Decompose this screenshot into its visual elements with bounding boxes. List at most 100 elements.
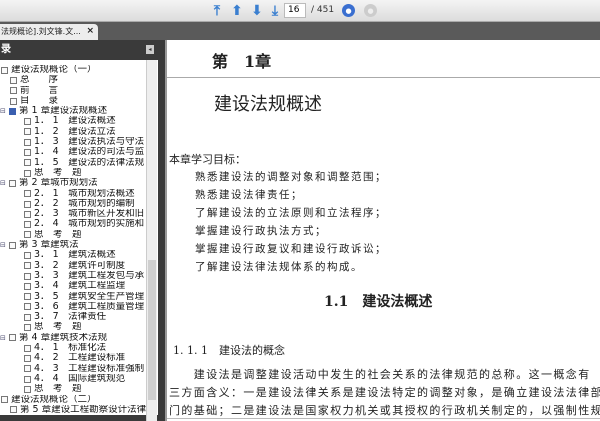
bookmark-item[interactable]: 2． 2 城市规划的编制 [0,199,146,209]
bookmark-item[interactable]: 2． 4 城市规划的实施和 [0,219,146,229]
goal-item: 掌握建设行政执法方式； [195,225,327,237]
bookmark-label: 3． 3 建筑工程发包与承 [34,270,145,281]
bookmark-item[interactable]: ⊟ 第 1 章建设法规概述 [0,106,146,116]
bookmark-item[interactable]: ⊟ 第 3 章建筑法 [0,240,146,250]
bookmark-item[interactable]: 思 考 题 [0,384,146,394]
bookmark-item[interactable]: 3． 2 建筑许可制度 [0,261,146,271]
bookmark-label: 第 1 章建设法规概述 [19,106,108,117]
page-total: / 451 [311,5,335,15]
bookmark-icon [9,179,16,187]
sidebar-scrollbar[interactable] [146,60,157,421]
bookmark-icon [24,128,31,136]
bookmark-label: 思 考 题 [34,167,82,178]
bookmark-item[interactable]: 2． 1 城市规划法概述 [0,189,146,199]
bookmark-item[interactable]: 前 言 [0,86,146,96]
bookmark-icon [24,303,31,311]
bookmark-icon [24,344,31,352]
document-tab[interactable]: 法规概论].刘文锋.文... × [0,24,98,40]
bookmark-label: 第 3 章建筑法 [19,240,79,251]
prev-page-icon[interactable]: ⬆ [229,3,245,19]
last-page-icon[interactable]: ⤓ [267,3,283,19]
bookmark-icon [24,293,31,301]
bookmark-icon [24,272,31,280]
bookmark-label: 2． 3 城市新区开发和旧 [34,209,145,220]
bookmark-icon [9,107,16,115]
bookmark-label: 3． 6 建筑工程质量管理 [34,301,145,312]
bookmark-item[interactable]: 4． 1 标准化法 [0,343,146,353]
bookmark-item[interactable]: 3． 6 建筑工程质量管理 [0,302,146,312]
bookmark-item[interactable]: 4． 3 工程建设标准强制 [0,364,146,374]
bookmark-icon [24,190,31,198]
bookmark-item[interactable]: 建设法规概论（二） [0,395,146,405]
bookmark-item[interactable]: 思 考 题 [0,322,146,332]
bookmark-label: 1． 4 建设法的司法与监 [34,147,145,158]
bookmark-icon [24,313,31,321]
bookmark-item[interactable]: 思 考 题 [0,230,146,240]
bookmark-icon [24,149,31,157]
bookmark-item[interactable]: 3． 7 法律责任 [0,312,146,322]
bookmark-label: 总 序 [20,75,59,86]
bookmark-item[interactable]: ⊟ 第 4 章建筑技术法规 [0,333,146,343]
bookmark-label: 第 2 章城市规划法 [19,178,98,189]
bookmark-label: 2． 2 城市规划的编制 [34,198,135,209]
first-page-icon[interactable]: ⤒ [209,3,225,19]
sidebar-header: 录 ◂ [0,40,165,60]
bookmark-label: 2． 4 城市规划的实施和 [34,219,145,230]
bookmark-item[interactable]: 3． 5 建筑安全生产管理 [0,292,146,302]
bookmark-icon [24,354,31,362]
bookmark-item[interactable]: 3． 4 建筑工程监理 [0,281,146,291]
expand-toggle-icon[interactable]: ⊟ [0,178,7,188]
paragraph-line: 门的基础；二是建设法是国家权力机关或其授权的行政机关制定的，以强制性规 [169,404,600,417]
bookmark-icon [1,66,8,74]
chapter-number: 第 1章 [212,52,272,71]
bookmark-item[interactable]: ⊟ 第 2 章城市规划法 [0,178,146,188]
bookmark-icon [24,375,31,383]
scrollbar-thumb[interactable] [148,260,156,400]
tab-title: 法规概论].刘文锋.文... [1,27,81,36]
bookmark-item[interactable]: 4． 4 国际建筑规范 [0,374,146,384]
next-page-icon[interactable]: ⬇ [249,3,265,19]
bookmark-item[interactable]: 1． 3 建设法执法与守法 [0,137,146,147]
bookmark-label: 3． 5 建筑安全生产管理 [34,291,145,302]
bookmark-label: 4． 2 工程建设标准 [34,353,126,364]
goal-item: 掌握建设行政复议和建设行政诉讼； [195,243,387,255]
close-icon[interactable]: × [86,24,94,39]
bookmark-label: 思 考 题 [34,229,82,240]
page-number-input[interactable]: 16 [284,3,306,18]
expand-toggle-icon[interactable]: ⊟ [0,333,7,343]
bookmark-item[interactable]: 4． 2 工程建设标准 [0,353,146,363]
bookmark-icon [24,365,31,373]
bookmark-item[interactable]: 目 录 [0,96,146,106]
bookmark-icon [24,231,31,239]
bookmark-label: 第 4 章建筑技术法规 [19,332,108,343]
bookmark-item[interactable]: 总 序 [0,75,146,85]
expand-toggle-icon[interactable]: ⊟ [0,240,7,250]
section-heading: 1.1 建设法概述 [324,294,433,310]
bookmark-label: 建设法规概论（一） [11,65,97,75]
bookmark-icon [10,406,17,414]
tab-bar: 法规概论].刘文锋.文... × [0,22,600,40]
bookmark-item[interactable]: 思 考 题 [0,168,146,178]
bookmark-item[interactable]: 第 5 章建设工程勘察设计法律 [0,405,146,415]
subsection-heading: 1. 1. 1 建设法的概念 [173,344,285,357]
bookmark-label: 4． 4 国际建筑规范 [34,373,126,384]
bookmark-item[interactable]: 建设法规概论（一） [0,65,146,75]
collapse-icon[interactable]: ◂ [146,45,154,54]
bookmark-label: 1． 1 建设法概述 [34,116,116,127]
bookmark-item[interactable]: 1． 2 建设法立法 [0,127,146,137]
bookmark-item[interactable]: 2． 3 城市新区开发和旧 [0,209,146,219]
bookmark-item[interactable]: 1． 1 建设法概述 [0,116,146,126]
bookmark-item[interactable]: 3． 1 建筑法概述 [0,250,146,260]
bookmark-label: 目 录 [20,95,59,106]
bookmark-icon [24,262,31,270]
bookmark-item[interactable]: 1． 5 建设法的法律法规 [0,158,146,168]
bookmark-icon [10,97,17,105]
bookmark-icon [9,334,16,342]
bookmark-item[interactable]: 1． 4 建设法的司法与监 [0,147,146,157]
goals-heading: 本章学习目标： [169,153,246,166]
bookmark-item[interactable]: 3． 3 建筑工程发包与承 [0,271,146,281]
expand-toggle-icon[interactable]: ⊟ [0,106,7,116]
bookmark-icon [24,221,31,229]
go-icon[interactable]: ● [342,4,355,17]
bookmark-icon [24,385,31,393]
